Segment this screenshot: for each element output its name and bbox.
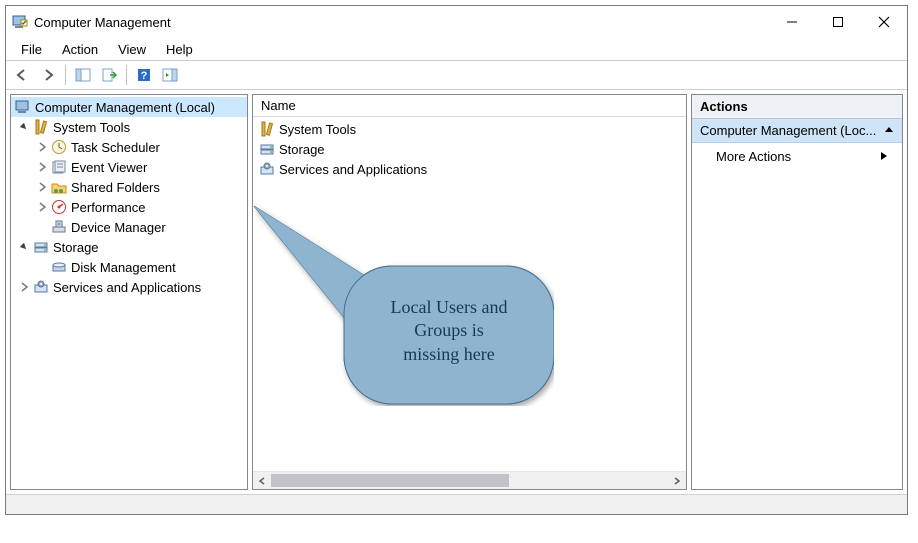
toolbar-separator [126, 65, 127, 85]
svg-text:?: ? [141, 70, 148, 82]
computer-management-window: Computer Management File Action View Hel… [5, 5, 908, 515]
computer-management-icon [12, 14, 28, 30]
export-list-button[interactable] [97, 63, 121, 87]
list-item-system-tools[interactable]: System Tools [257, 119, 682, 139]
computer-management-icon [15, 99, 31, 115]
tree-node-label: Shared Folders [71, 180, 160, 195]
tree-node-system-tools[interactable]: System Tools [11, 117, 247, 137]
maximize-button[interactable] [815, 7, 861, 37]
system-tools-icon [33, 119, 49, 135]
list-item-services-apps[interactable]: Services and Applications [257, 159, 682, 179]
menu-view[interactable]: View [109, 40, 155, 59]
tree-node-label: Event Viewer [71, 160, 147, 175]
help-button[interactable]: ? [132, 63, 156, 87]
show-hide-action-pane-button[interactable] [158, 63, 182, 87]
event-viewer-icon [51, 159, 67, 175]
scroll-left-button[interactable] [253, 472, 271, 489]
tree-node-shared-folders[interactable]: Shared Folders [11, 177, 247, 197]
menu-help[interactable]: Help [157, 40, 202, 59]
menu-action[interactable]: Action [53, 40, 107, 59]
scroll-track[interactable] [271, 472, 668, 489]
list-item-storage[interactable]: Storage [257, 139, 682, 159]
tree-node-label: System Tools [53, 120, 130, 135]
disk-management-icon [51, 259, 67, 275]
tree-node-label: Storage [53, 240, 99, 255]
tree-node-root[interactable]: Computer Management (Local) [11, 97, 247, 117]
shared-folders-icon [51, 179, 67, 195]
results-pane: Name System Tools Storage [252, 94, 687, 490]
tree-node-disk-management[interactable]: Disk Management [11, 257, 247, 277]
list-item-label: System Tools [279, 122, 356, 137]
tree-node-task-scheduler[interactable]: Task Scheduler [11, 137, 247, 157]
scroll-thumb[interactable] [271, 474, 509, 487]
scroll-right-button[interactable] [668, 472, 686, 489]
system-tools-icon [259, 121, 275, 137]
statusbar [6, 494, 907, 514]
submenu-right-icon [880, 149, 888, 164]
tree-node-label: Services and Applications [53, 280, 201, 295]
content-area: Computer Management (Local) System Tools [6, 90, 907, 494]
window-title: Computer Management [34, 15, 171, 30]
actions-more-actions[interactable]: More Actions [692, 143, 902, 169]
storage-icon [259, 141, 275, 157]
console-tree[interactable]: Computer Management (Local) System Tools [11, 95, 247, 489]
list-body[interactable]: System Tools Storage Services and Applic… [253, 117, 686, 471]
actions-item-label: More Actions [716, 149, 791, 164]
actions-context-header[interactable]: Computer Management (Loc... [692, 119, 902, 143]
list-item-label: Services and Applications [279, 162, 427, 177]
tree-node-performance[interactable]: Performance [11, 197, 247, 217]
tree-node-label: Performance [71, 200, 145, 215]
toolbar-separator [65, 65, 66, 85]
services-apps-icon [259, 161, 275, 177]
clock-icon [51, 139, 67, 155]
menubar: File Action View Help [6, 38, 907, 60]
storage-icon [33, 239, 49, 255]
close-button[interactable] [861, 7, 907, 37]
tree-node-label: Disk Management [71, 260, 176, 275]
services-apps-icon [33, 279, 49, 295]
show-hide-tree-button[interactable] [71, 63, 95, 87]
toolbar: ? [6, 60, 907, 90]
expander-closed-icon[interactable] [35, 160, 49, 174]
back-button[interactable] [10, 63, 34, 87]
tree-node-label: Task Scheduler [71, 140, 160, 155]
collapse-up-icon [884, 123, 894, 138]
device-manager-icon [51, 219, 67, 235]
minimize-button[interactable] [769, 7, 815, 37]
expander-closed-icon[interactable] [35, 180, 49, 194]
console-tree-pane: Computer Management (Local) System Tools [10, 94, 248, 490]
column-header-name[interactable]: Name [253, 95, 686, 117]
actions-pane: Actions Computer Management (Loc... More… [691, 94, 903, 490]
titlebar: Computer Management [6, 6, 907, 38]
tree-node-device-manager[interactable]: Device Manager [11, 217, 247, 237]
expander-closed-icon[interactable] [17, 280, 31, 294]
expander-closed-icon[interactable] [35, 140, 49, 154]
expander-closed-icon[interactable] [35, 200, 49, 214]
tree-node-event-viewer[interactable]: Event Viewer [11, 157, 247, 177]
list-item-label: Storage [279, 142, 325, 157]
performance-icon [51, 199, 67, 215]
tree-node-storage[interactable]: Storage [11, 237, 247, 257]
actions-context-label: Computer Management (Loc... [700, 123, 876, 138]
expander-open-icon[interactable] [17, 120, 31, 134]
tree-node-label: Computer Management (Local) [35, 100, 215, 115]
forward-button[interactable] [36, 63, 60, 87]
menu-file[interactable]: File [12, 40, 51, 59]
tree-node-label: Device Manager [71, 220, 166, 235]
expander-open-icon[interactable] [17, 240, 31, 254]
actions-pane-header: Actions [692, 95, 902, 119]
tree-node-services-apps[interactable]: Services and Applications [11, 277, 247, 297]
horizontal-scrollbar[interactable] [253, 471, 686, 489]
